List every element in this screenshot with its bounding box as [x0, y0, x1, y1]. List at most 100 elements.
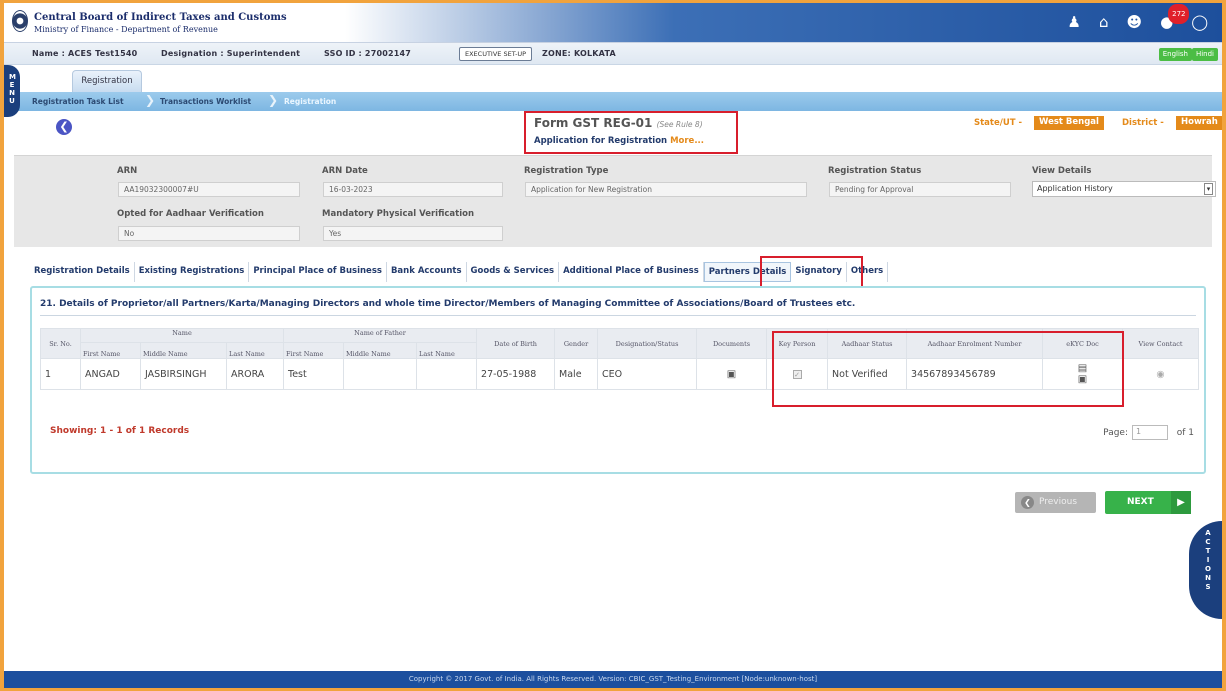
- col-dob: Date of Birth: [476, 328, 556, 359]
- cell-last-name: ARORA: [225, 358, 285, 390]
- org-name: Central Board of Indirect Taxes and Cust…: [34, 12, 287, 23]
- user-designation: Designation : Superintendent: [161, 49, 301, 58]
- arn-date-label: ARN Date: [322, 166, 368, 176]
- registration-type-label: Registration Type: [524, 166, 609, 176]
- language-hindi-button[interactable]: Hindi: [1191, 48, 1218, 61]
- registration-status-field: Pending for Approval: [829, 182, 1011, 197]
- form-title-highlight: Form GST REG-01 (See Rule 8) Application…: [524, 111, 738, 154]
- cell-middle-name: JASBIRSINGH: [140, 358, 227, 390]
- registration-type-field: Application for New Registration: [525, 182, 807, 197]
- page-total: of 1: [1176, 428, 1194, 438]
- col-middle-name: Middle Name: [140, 342, 227, 359]
- form-more-link[interactable]: More...: [670, 136, 704, 146]
- previous-button[interactable]: ❮ Previous: [1015, 492, 1096, 513]
- eye-icon[interactable]: ◉: [1156, 369, 1164, 380]
- power-icon[interactable]: ◯: [1191, 13, 1208, 31]
- breadcrumb: Registration Task List ❯ Transactions Wo…: [4, 92, 1222, 111]
- org-subtitle: Ministry of Finance - Department of Reve…: [34, 25, 218, 34]
- tab-existing-registrations[interactable]: Existing Registrations: [134, 262, 250, 282]
- district-value: Howrah: [1176, 116, 1222, 130]
- tab-additional-place[interactable]: Additional Place of Business: [559, 262, 704, 282]
- side-menu-toggle[interactable]: MENU: [4, 65, 20, 117]
- module-tab-registration[interactable]: Registration: [72, 70, 142, 92]
- col-last-name: Last Name: [225, 342, 285, 359]
- cell-designation: CEO: [597, 358, 698, 390]
- cell-first-name: ANGAD: [80, 358, 141, 390]
- tab-goods-services[interactable]: Goods & Services: [466, 262, 560, 282]
- app-header: Central Board of Indirect Taxes and Cust…: [4, 3, 1222, 43]
- tab-bank-accounts[interactable]: Bank Accounts: [386, 262, 467, 282]
- application-details-panel: ARN AA19032300007#U ARN Date 16-03-2023 …: [14, 155, 1216, 247]
- home-icon[interactable]: ⌂: [1099, 13, 1109, 31]
- arn-field: AA19032300007#U: [118, 182, 300, 197]
- sso-id: SSO ID : 27002147: [324, 49, 412, 58]
- col-designation: Designation/Status: [597, 328, 698, 359]
- previous-label: Previous: [1039, 497, 1078, 507]
- breadcrumb-task-list[interactable]: Registration Task List: [32, 97, 124, 106]
- col-father-last-name: Last Name: [416, 342, 478, 359]
- user-icon[interactable]: ☻: [1126, 13, 1142, 31]
- records-count: Showing: 1 - 1 of 1 Records: [50, 426, 190, 436]
- arn-label: ARN: [117, 166, 138, 176]
- form-title: Form GST REG-01 (See Rule 8): [534, 116, 703, 130]
- header-icons: ♟ ⌂ ☻ ● 272 ◯: [1067, 4, 1208, 31]
- cell-sr-no: 1: [40, 358, 81, 390]
- page-label: Page:: [1103, 428, 1128, 438]
- user-name: Name : ACES Test1540: [32, 49, 138, 58]
- view-details-label: View Details: [1032, 166, 1092, 176]
- col-sr-no: Sr. No.: [40, 328, 81, 359]
- col-first-name: First Name: [80, 342, 141, 359]
- breadcrumb-registration: Registration: [284, 97, 337, 106]
- users-icon[interactable]: ♟: [1067, 13, 1080, 31]
- executive-setup-button[interactable]: EXECUTIVE SET-UP: [459, 47, 533, 61]
- breadcrumb-separator: ❯: [145, 93, 156, 107]
- col-group-name: Name: [79, 328, 285, 343]
- col-father-first-name: First Name: [283, 342, 345, 359]
- notification-badge: 272: [1168, 4, 1190, 24]
- district-label: District -: [1122, 118, 1164, 128]
- actions-panel-toggle[interactable]: ACTIONS: [1189, 521, 1222, 619]
- emblem-logo: [12, 10, 28, 32]
- aadhaar-verification-field: No: [118, 226, 300, 241]
- col-view-contact: View Contact: [1122, 328, 1200, 359]
- notification-icon[interactable]: ● 272: [1160, 4, 1190, 31]
- section-divider: [40, 315, 1196, 316]
- cell-gender: Male: [554, 358, 599, 390]
- chevron-down-icon: ▾: [1204, 183, 1213, 195]
- col-gender: Gender: [554, 328, 599, 359]
- image-document-icon[interactable]: ▣: [727, 369, 736, 380]
- language-english-button[interactable]: English: [1158, 48, 1192, 61]
- breadcrumb-separator: ❯: [268, 93, 279, 107]
- col-father-middle-name: Middle Name: [343, 342, 418, 359]
- cell-father-first-name: Test: [283, 358, 345, 390]
- cell-dob: 27-05-1988: [476, 358, 556, 390]
- zone-label: ZONE: KOLKATA: [542, 49, 616, 58]
- physical-verification-field: Yes: [323, 226, 503, 241]
- cell-view-contact: ◉: [1122, 358, 1200, 390]
- chevron-left-icon: ❮: [1021, 496, 1034, 509]
- back-icon[interactable]: ❮: [56, 119, 72, 135]
- breadcrumb-transactions-worklist[interactable]: Transactions Worklist: [160, 97, 251, 106]
- col-group-father: Name of Father: [283, 328, 478, 343]
- form-rule-ref: (See Rule 8): [656, 120, 703, 129]
- user-info-bar: Name : ACES Test1540 Designation : Super…: [4, 43, 1222, 65]
- play-icon: ▶: [1171, 491, 1191, 514]
- view-details-value: Application History: [1037, 184, 1113, 193]
- tab-principal-place[interactable]: Principal Place of Business: [249, 262, 387, 282]
- cell-documents: ▣: [696, 358, 768, 390]
- form-subtitle-text: Application for Registration: [534, 136, 668, 146]
- state-label: State/UT -: [974, 118, 1023, 128]
- next-button[interactable]: NEXT ▶: [1105, 491, 1191, 514]
- view-details-select[interactable]: Application History ▾: [1032, 181, 1216, 197]
- app-window: Central Board of Indirect Taxes and Cust…: [4, 3, 1222, 688]
- aadhaar-verification-label: Opted for Aadhaar Verification: [117, 209, 264, 219]
- cell-father-middle-name: [343, 358, 418, 390]
- form-subtitle: Application for Registration More...: [534, 136, 704, 146]
- tab-registration-details[interactable]: Registration Details: [30, 262, 135, 282]
- page-number-input[interactable]: 1: [1132, 425, 1168, 440]
- col-documents: Documents: [696, 328, 768, 359]
- footer: Copyright © 2017 Govt. of India. All Rig…: [4, 671, 1222, 688]
- form-number: Form GST REG-01: [534, 116, 653, 130]
- registration-status-label: Registration Status: [828, 166, 922, 176]
- arn-date-field: 16-03-2023: [323, 182, 503, 197]
